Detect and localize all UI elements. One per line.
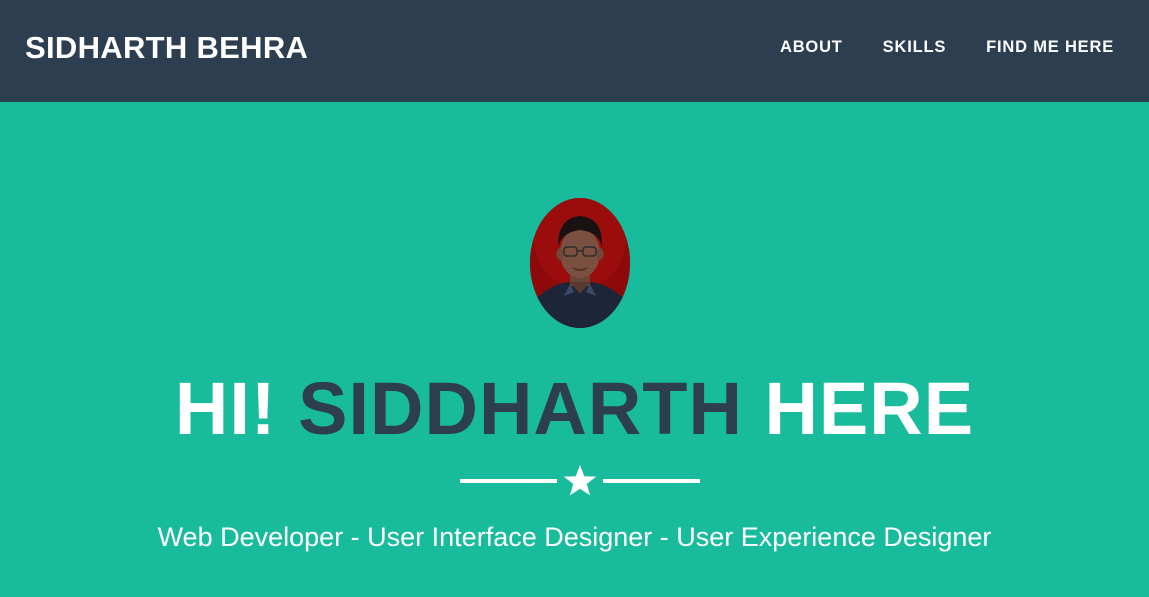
headline-greeting: HI! xyxy=(174,367,277,450)
divider-line-left xyxy=(460,479,557,483)
star-divider xyxy=(460,464,700,498)
star-icon xyxy=(563,465,597,496)
nav-link-skills[interactable]: SKILLS xyxy=(883,38,946,57)
brand-logo-link[interactable]: SIDHARTH BEHRA xyxy=(25,30,308,66)
nav-link-about[interactable]: ABOUT xyxy=(780,38,843,57)
profile-photo-icon xyxy=(530,198,630,328)
headline-trailing: HERE xyxy=(764,367,975,450)
nav-menu: ABOUT SKILLS FIND ME HERE xyxy=(780,38,1114,57)
hero-headline: HI! SIDDHARTH HERE xyxy=(0,364,1149,454)
profile-avatar xyxy=(530,198,630,328)
navbar: SIDHARTH BEHRA ABOUT SKILLS FIND ME HERE xyxy=(0,0,1149,102)
headline-name: SIDDHARTH xyxy=(298,367,743,450)
divider-line-right xyxy=(603,479,700,483)
nav-link-find-me-here[interactable]: FIND ME HERE xyxy=(986,38,1114,57)
hero-section: HI! SIDDHARTH HERE Web Developer - User … xyxy=(0,102,1149,597)
hero-subtitle: Web Developer - User Interface Designer … xyxy=(157,522,992,552)
